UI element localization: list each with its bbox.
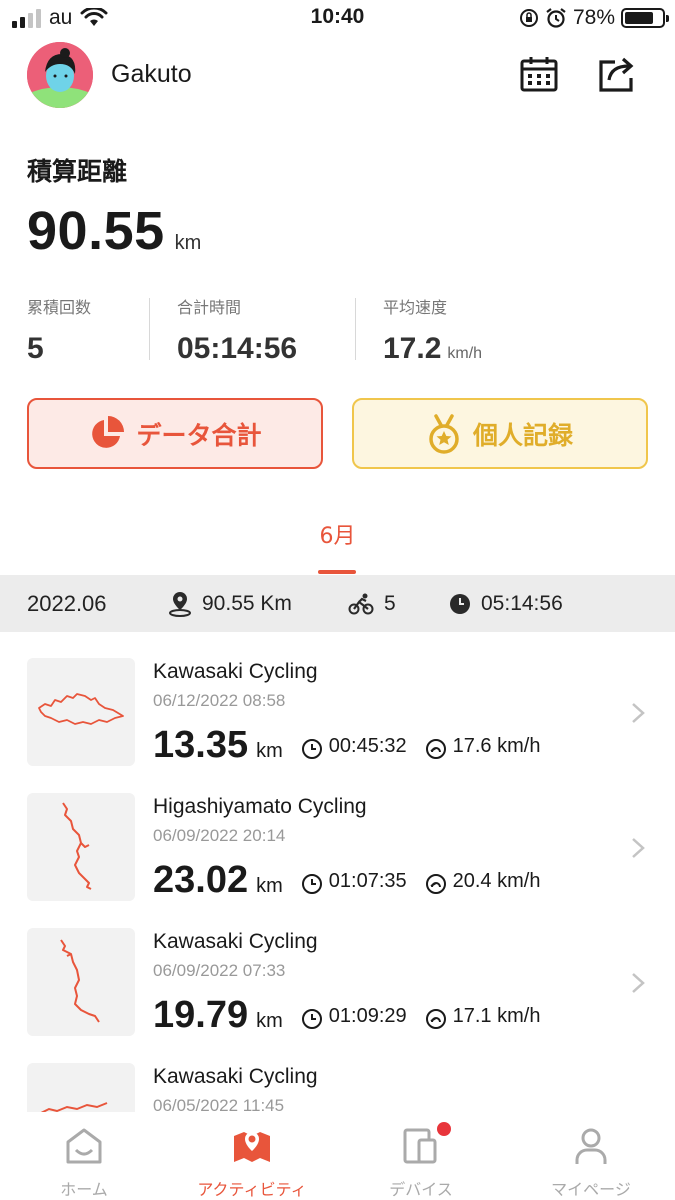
activity-title: Kawasaki Cycling — [153, 1065, 318, 1088]
stat-ride-count: 累積回数 5 — [27, 294, 91, 366]
activity-speed: 20.4 km/h — [452, 869, 541, 892]
activity-duration: 01:07:35 — [328, 869, 407, 892]
chevron-right-icon — [632, 838, 645, 858]
route-map-thumbnail — [27, 658, 135, 766]
clock-icon — [450, 593, 470, 614]
stat-unit: km/h — [447, 345, 483, 362]
battery-fill — [625, 12, 654, 24]
month-tab-label: 6月 — [319, 524, 356, 549]
username: Gakuto — [111, 60, 192, 88]
chevron-right-icon — [632, 973, 645, 993]
total-distance-unit: km — [174, 232, 202, 254]
avatar[interactable] — [27, 42, 93, 108]
month-distance-value: 90.55 Km — [202, 591, 292, 615]
stat-label: 累積回数 — [27, 298, 92, 317]
list-item[interactable]: Kawasaki Cycling 06/05/2022 11:45 — [0, 1063, 675, 1112]
tab-devices-label: デバイス — [389, 1180, 453, 1199]
tab-home[interactable]: ホーム — [0, 1112, 168, 1200]
stat-value: 05:14:56 — [177, 332, 298, 365]
list-item[interactable]: Higashiyamato Cycling 06/09/2022 20:14 2… — [0, 793, 675, 913]
month-tab-indicator — [318, 570, 356, 574]
activity-distance: 19.79 — [153, 994, 249, 1036]
chevron-right-icon — [632, 703, 645, 723]
activity-distance: 13.35 — [153, 724, 249, 766]
total-distance-title: 積算距離 — [27, 157, 128, 186]
activity-datetime: 06/05/2022 11:45 — [153, 1096, 285, 1112]
month-summary-distance: 90.55 Km — [168, 575, 292, 632]
stat-value: 17.2 — [383, 332, 442, 365]
data-total-button[interactable]: データ合計 — [27, 398, 323, 469]
activity-datetime: 06/12/2022 08:58 — [153, 691, 286, 710]
cyclist-icon — [348, 593, 374, 614]
month-summary-rides: 5 — [348, 575, 396, 632]
stat-average-speed: 平均速度 17.2 km/h — [383, 294, 482, 366]
activity-duration: 00:45:32 — [328, 734, 407, 757]
calendar-icon[interactable] — [519, 54, 559, 94]
notification-badge — [437, 1122, 451, 1136]
profile-header: Gakuto — [27, 42, 648, 108]
person-icon — [575, 1128, 607, 1164]
stat-value: 5 — [27, 332, 44, 365]
list-item[interactable]: Kawasaki Cycling 06/12/2022 08:58 13.35 … — [0, 658, 675, 778]
tab-home-label: ホーム — [60, 1180, 108, 1199]
tab-activity[interactable]: アクティビティ — [168, 1112, 336, 1200]
rotation-lock-icon — [519, 9, 538, 27]
activity-distance-unit: km — [256, 1010, 283, 1032]
route-map-thumbnail — [27, 793, 135, 901]
bottom-tab-bar: ホーム アクティビティ デバイス マイページ — [0, 1112, 675, 1200]
activity-speed: 17.1 km/h — [452, 1004, 541, 1027]
clock-icon — [301, 739, 322, 759]
month-time-value: 05:14:56 — [481, 591, 563, 615]
month-summary-bar: 2022.06 90.55 Km 5 05:14:56 — [0, 575, 675, 632]
activity-distance-unit: km — [256, 740, 283, 762]
battery-percent: 78% — [572, 6, 615, 29]
activity-map-icon — [234, 1132, 270, 1162]
devices-icon — [403, 1128, 437, 1164]
speedometer-icon — [425, 739, 446, 759]
speedometer-icon — [425, 874, 446, 894]
clock-icon — [301, 874, 322, 894]
tab-devices[interactable]: デバイス — [337, 1112, 505, 1200]
stat-label: 平均速度 — [383, 298, 448, 317]
tab-activity-label: アクティビティ — [197, 1180, 307, 1199]
clock-icon — [301, 1009, 322, 1029]
stat-total-time: 合計時間 05:14:56 — [177, 294, 297, 366]
data-total-label: データ合計 — [136, 420, 262, 450]
tab-my-page[interactable]: マイページ — [507, 1112, 675, 1200]
activity-title: Higashiyamato Cycling — [153, 795, 367, 818]
location-pin-icon — [169, 591, 191, 617]
month-rides-value: 5 — [384, 591, 396, 615]
pie-chart-icon — [92, 415, 125, 448]
personal-record-label: 個人記録 — [472, 420, 573, 450]
month-summary-time: 05:14:56 — [449, 575, 563, 632]
home-icon — [66, 1128, 102, 1164]
divider — [149, 298, 150, 360]
stats-row: 累積回数 5 合計時間 05:14:56 平均速度 17.2 km/h — [27, 294, 648, 366]
share-icon[interactable] — [597, 54, 637, 94]
medal-icon — [429, 413, 459, 454]
speedometer-icon — [425, 1009, 446, 1029]
status-bar: au 10:40 78% — [0, 0, 675, 38]
route-map-thumbnail — [27, 1063, 135, 1112]
activity-datetime: 06/09/2022 07:33 — [153, 961, 286, 980]
alarm-icon — [546, 8, 566, 28]
activity-title: Kawasaki Cycling — [153, 660, 318, 683]
stat-label: 合計時間 — [177, 298, 242, 317]
activity-distance-unit: km — [256, 875, 283, 897]
battery-icon — [621, 8, 669, 28]
month-summary-month: 2022.06 — [27, 590, 107, 616]
route-map-thumbnail — [27, 928, 135, 1036]
total-distance: 90.55 km — [27, 200, 201, 262]
tab-month[interactable]: 6月 — [0, 518, 675, 550]
tab-my-page-label: マイページ — [551, 1180, 631, 1199]
activity-duration: 01:09:29 — [328, 1004, 407, 1027]
divider — [355, 298, 356, 360]
personal-record-button[interactable]: 個人記録 — [352, 398, 648, 469]
activity-distance: 23.02 — [153, 859, 249, 901]
activity-datetime: 06/09/2022 20:14 — [153, 826, 286, 845]
activity-title: Kawasaki Cycling — [153, 930, 318, 953]
list-item[interactable]: Kawasaki Cycling 06/09/2022 07:33 19.79 … — [0, 928, 675, 1048]
activity-speed: 17.6 km/h — [452, 734, 541, 757]
total-distance-value: 90.55 — [27, 201, 165, 261]
